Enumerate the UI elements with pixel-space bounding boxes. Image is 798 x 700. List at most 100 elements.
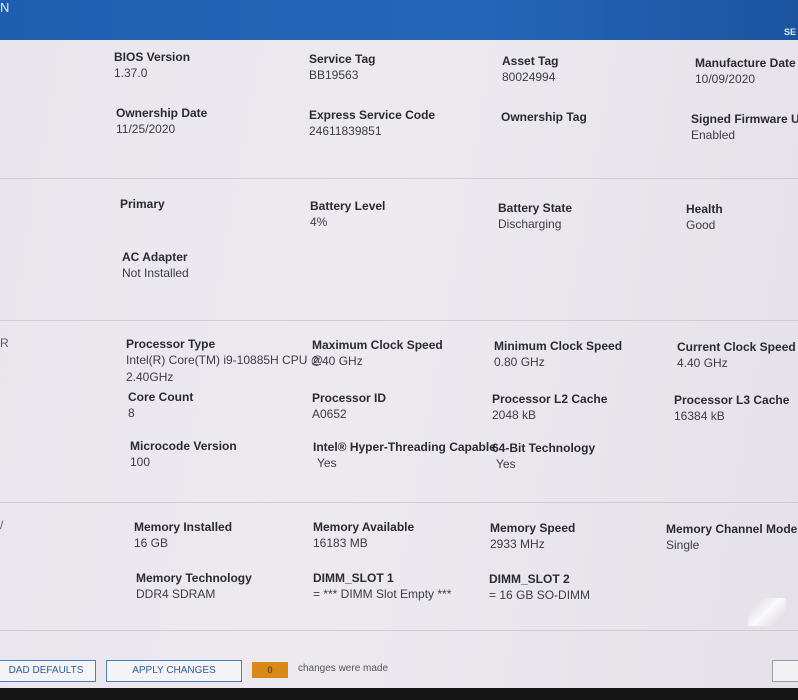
- bios-version-field: BIOS Version 1.37.0: [114, 50, 190, 81]
- memory-channel-mode-field: Memory Channel Mode Single: [666, 522, 797, 553]
- hyper-threading-field: Intel® Hyper-Threading Capable Yes: [313, 440, 496, 471]
- asset-tag-field: Asset Tag 80024994: [502, 54, 558, 85]
- asset-tag-value: 80024994: [502, 70, 556, 84]
- battery-state-label: Battery State: [498, 201, 573, 215]
- section-divider: [0, 320, 798, 321]
- ownership-date-value: 11/25/2020: [116, 122, 176, 136]
- apply-changes-button[interactable]: APPLY CHANGES: [106, 660, 242, 682]
- processor-type-value-line1: Intel(R) Core(TM) i9-10885H CPU @: [126, 353, 323, 367]
- signed-firmware-label: Signed Firmware Up: [691, 112, 798, 126]
- load-defaults-button[interactable]: DAD DEFAULTS: [0, 660, 96, 682]
- memory-channel-mode-value: Single: [666, 538, 700, 552]
- primary-battery-field: Primary: [120, 197, 165, 211]
- dimm-slot-2-field: DIMM_SLOT 2 = 16 GB SO-DIMM: [489, 572, 590, 603]
- microcode-label: Microcode Version: [130, 439, 237, 453]
- 64bit-field: 64-Bit Technology Yes: [492, 441, 595, 472]
- service-tag-value: BB19563: [309, 68, 359, 82]
- battery-state-field: Battery State Discharging: [498, 201, 572, 232]
- bios-version-label: BIOS Version: [114, 50, 191, 64]
- ac-adapter-field: AC Adapter Not Installed: [122, 250, 189, 281]
- ownership-tag-label: Ownership Tag: [501, 110, 587, 124]
- dimm-slot-2-label: DIMM_SLOT 2: [489, 572, 570, 586]
- service-tag-field: Service Tag BB19563: [309, 52, 375, 83]
- microcode-field: Microcode Version 100: [130, 439, 237, 470]
- manufacture-date-label: Manufacture Date: [695, 56, 796, 70]
- processor-id-label: Processor ID: [312, 391, 387, 405]
- bios-version-value: 1.37.0: [114, 66, 148, 80]
- min-clock-label: Minimum Clock Speed: [494, 339, 623, 353]
- max-clock-label: Maximum Clock Speed: [312, 338, 443, 352]
- memory-installed-value: 16 GB: [134, 536, 169, 550]
- memory-available-value: 16183 MB: [313, 536, 368, 550]
- l3-cache-label: Processor L3 Cache: [674, 393, 790, 407]
- current-clock-label: Current Clock Speed: [677, 340, 796, 354]
- manufacture-date-field: Manufacture Date 10/09/2020: [695, 56, 796, 87]
- health-field: Health Good: [686, 202, 723, 233]
- changes-status-text: changes were made: [298, 663, 389, 674]
- battery-level-field: Battery Level 4%: [310, 199, 385, 230]
- min-clock-value: 0.80 GHz: [494, 355, 545, 369]
- express-service-code-value: 24611839851: [309, 124, 382, 138]
- memory-speed-value: 2933 MHz: [490, 537, 545, 551]
- min-clock-field: Minimum Clock Speed 0.80 GHz: [494, 339, 622, 370]
- core-count-value: 8: [128, 406, 135, 420]
- max-clock-field: Maximum Clock Speed 2.40 GHz: [312, 338, 443, 369]
- l2-cache-field: Processor L2 Cache 2048 kB: [492, 392, 607, 423]
- 64bit-label: 64-Bit Technology: [492, 441, 596, 455]
- dimm-slot-1-value: = *** DIMM Slot Empty ***: [313, 587, 452, 601]
- processor-type-value-line2: 2.40GHz: [126, 370, 174, 384]
- battery-state-value: Discharging: [498, 217, 562, 231]
- l2-cache-label: Processor L2 Cache: [492, 392, 608, 406]
- dimm-slot-1-label: DIMM_SLOT 1: [313, 571, 394, 585]
- bios-screen: N SE BIOS Version 1.37.0 Service Tag BB1…: [0, 0, 798, 688]
- l3-cache-field: Processor L3 Cache 16384 kB: [674, 393, 789, 424]
- current-clock-value: 4.40 GHz: [677, 356, 728, 370]
- section-divider: [0, 502, 798, 503]
- manufacture-date-value: 10/09/2020: [695, 72, 756, 86]
- bottom-action-bar: DAD DEFAULTS APPLY CHANGES 0 changes wer…: [0, 654, 798, 688]
- core-count-field: Core Count 8: [128, 390, 193, 421]
- ac-adapter-label: AC Adapter: [122, 250, 188, 264]
- battery-level-value: 4%: [310, 215, 328, 229]
- processor-id-field: Processor ID A0652: [312, 391, 386, 422]
- memory-technology-label: Memory Technology: [136, 571, 252, 585]
- processor-id-value: A0652: [312, 407, 347, 421]
- right-action-button[interactable]: [772, 660, 798, 682]
- processor-type-field: Processor Type Intel(R) Core(TM) i9-1088…: [126, 337, 323, 385]
- microcode-value: 100: [130, 455, 151, 469]
- section-divider: [0, 178, 798, 179]
- memory-technology-field: Memory Technology DDR4 SDRAM: [136, 571, 252, 602]
- processor-type-label: Processor Type: [126, 337, 216, 351]
- memory-installed-label: Memory Installed: [134, 520, 233, 534]
- health-label: Health: [686, 202, 723, 216]
- header-bar: N SE: [0, 0, 798, 40]
- core-count-label: Core Count: [128, 390, 194, 404]
- memory-installed-field: Memory Installed 16 GB: [134, 520, 232, 551]
- current-clock-field: Current Clock Speed 4.40 GHz: [677, 340, 796, 371]
- l3-cache-value: 16384 kB: [674, 409, 725, 423]
- memory-speed-field: Memory Speed 2933 MHz: [490, 521, 575, 552]
- battery-level-label: Battery Level: [310, 199, 386, 213]
- primary-battery-label: Primary: [120, 197, 165, 211]
- screen-glare: [748, 598, 786, 626]
- memory-available-label: Memory Available: [313, 520, 415, 534]
- health-value: Good: [686, 218, 716, 232]
- memory-speed-label: Memory Speed: [490, 521, 576, 535]
- signed-firmware-value: Enabled: [691, 128, 736, 142]
- header-right-text: SE: [783, 27, 796, 37]
- memory-channel-mode-label: Memory Channel Mode: [666, 522, 798, 536]
- ownership-date-label: Ownership Date: [116, 106, 208, 120]
- processor-side-label: R: [0, 336, 9, 350]
- ownership-tag-field: Ownership Tag: [501, 110, 587, 126]
- ac-adapter-value: Not Installed: [122, 266, 189, 280]
- express-service-code-label: Express Service Code: [309, 108, 436, 122]
- ownership-date-field: Ownership Date 11/25/2020: [116, 106, 207, 137]
- hyper-threading-value: Yes: [317, 456, 337, 470]
- memory-available-field: Memory Available 16183 MB: [313, 520, 414, 551]
- header-left-text: N: [0, 0, 10, 15]
- change-count-badge: 0: [252, 662, 288, 678]
- dimm-slot-2-value: = 16 GB SO-DIMM: [489, 588, 591, 602]
- signed-firmware-field: Signed Firmware Up Enabled: [691, 112, 798, 143]
- hyper-threading-label: Intel® Hyper-Threading Capable: [313, 440, 496, 454]
- memory-side-label: /: [0, 518, 4, 532]
